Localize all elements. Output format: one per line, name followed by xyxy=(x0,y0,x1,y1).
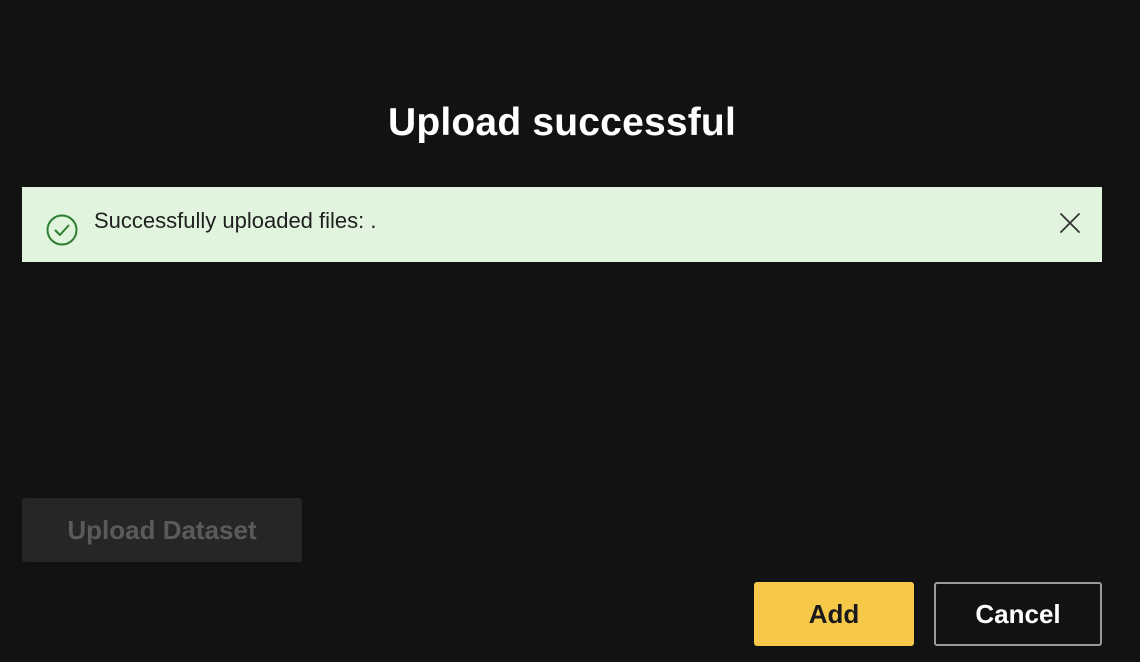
alert-close-button[interactable] xyxy=(1056,209,1084,237)
success-alert: Successfully uploaded files: . xyxy=(22,187,1102,262)
alert-message: Successfully uploaded files: . xyxy=(94,208,377,233)
add-button[interactable]: Add xyxy=(754,582,914,646)
cancel-button[interactable]: Cancel xyxy=(934,582,1102,646)
dialog-title: Upload successful xyxy=(387,101,736,144)
check-circle-icon xyxy=(46,214,78,246)
upload-dataset-button[interactable]: Upload Dataset xyxy=(22,498,302,562)
close-icon xyxy=(1056,213,1084,240)
upload-dialog: Upload successful Successfully uploaded … xyxy=(0,0,1140,662)
